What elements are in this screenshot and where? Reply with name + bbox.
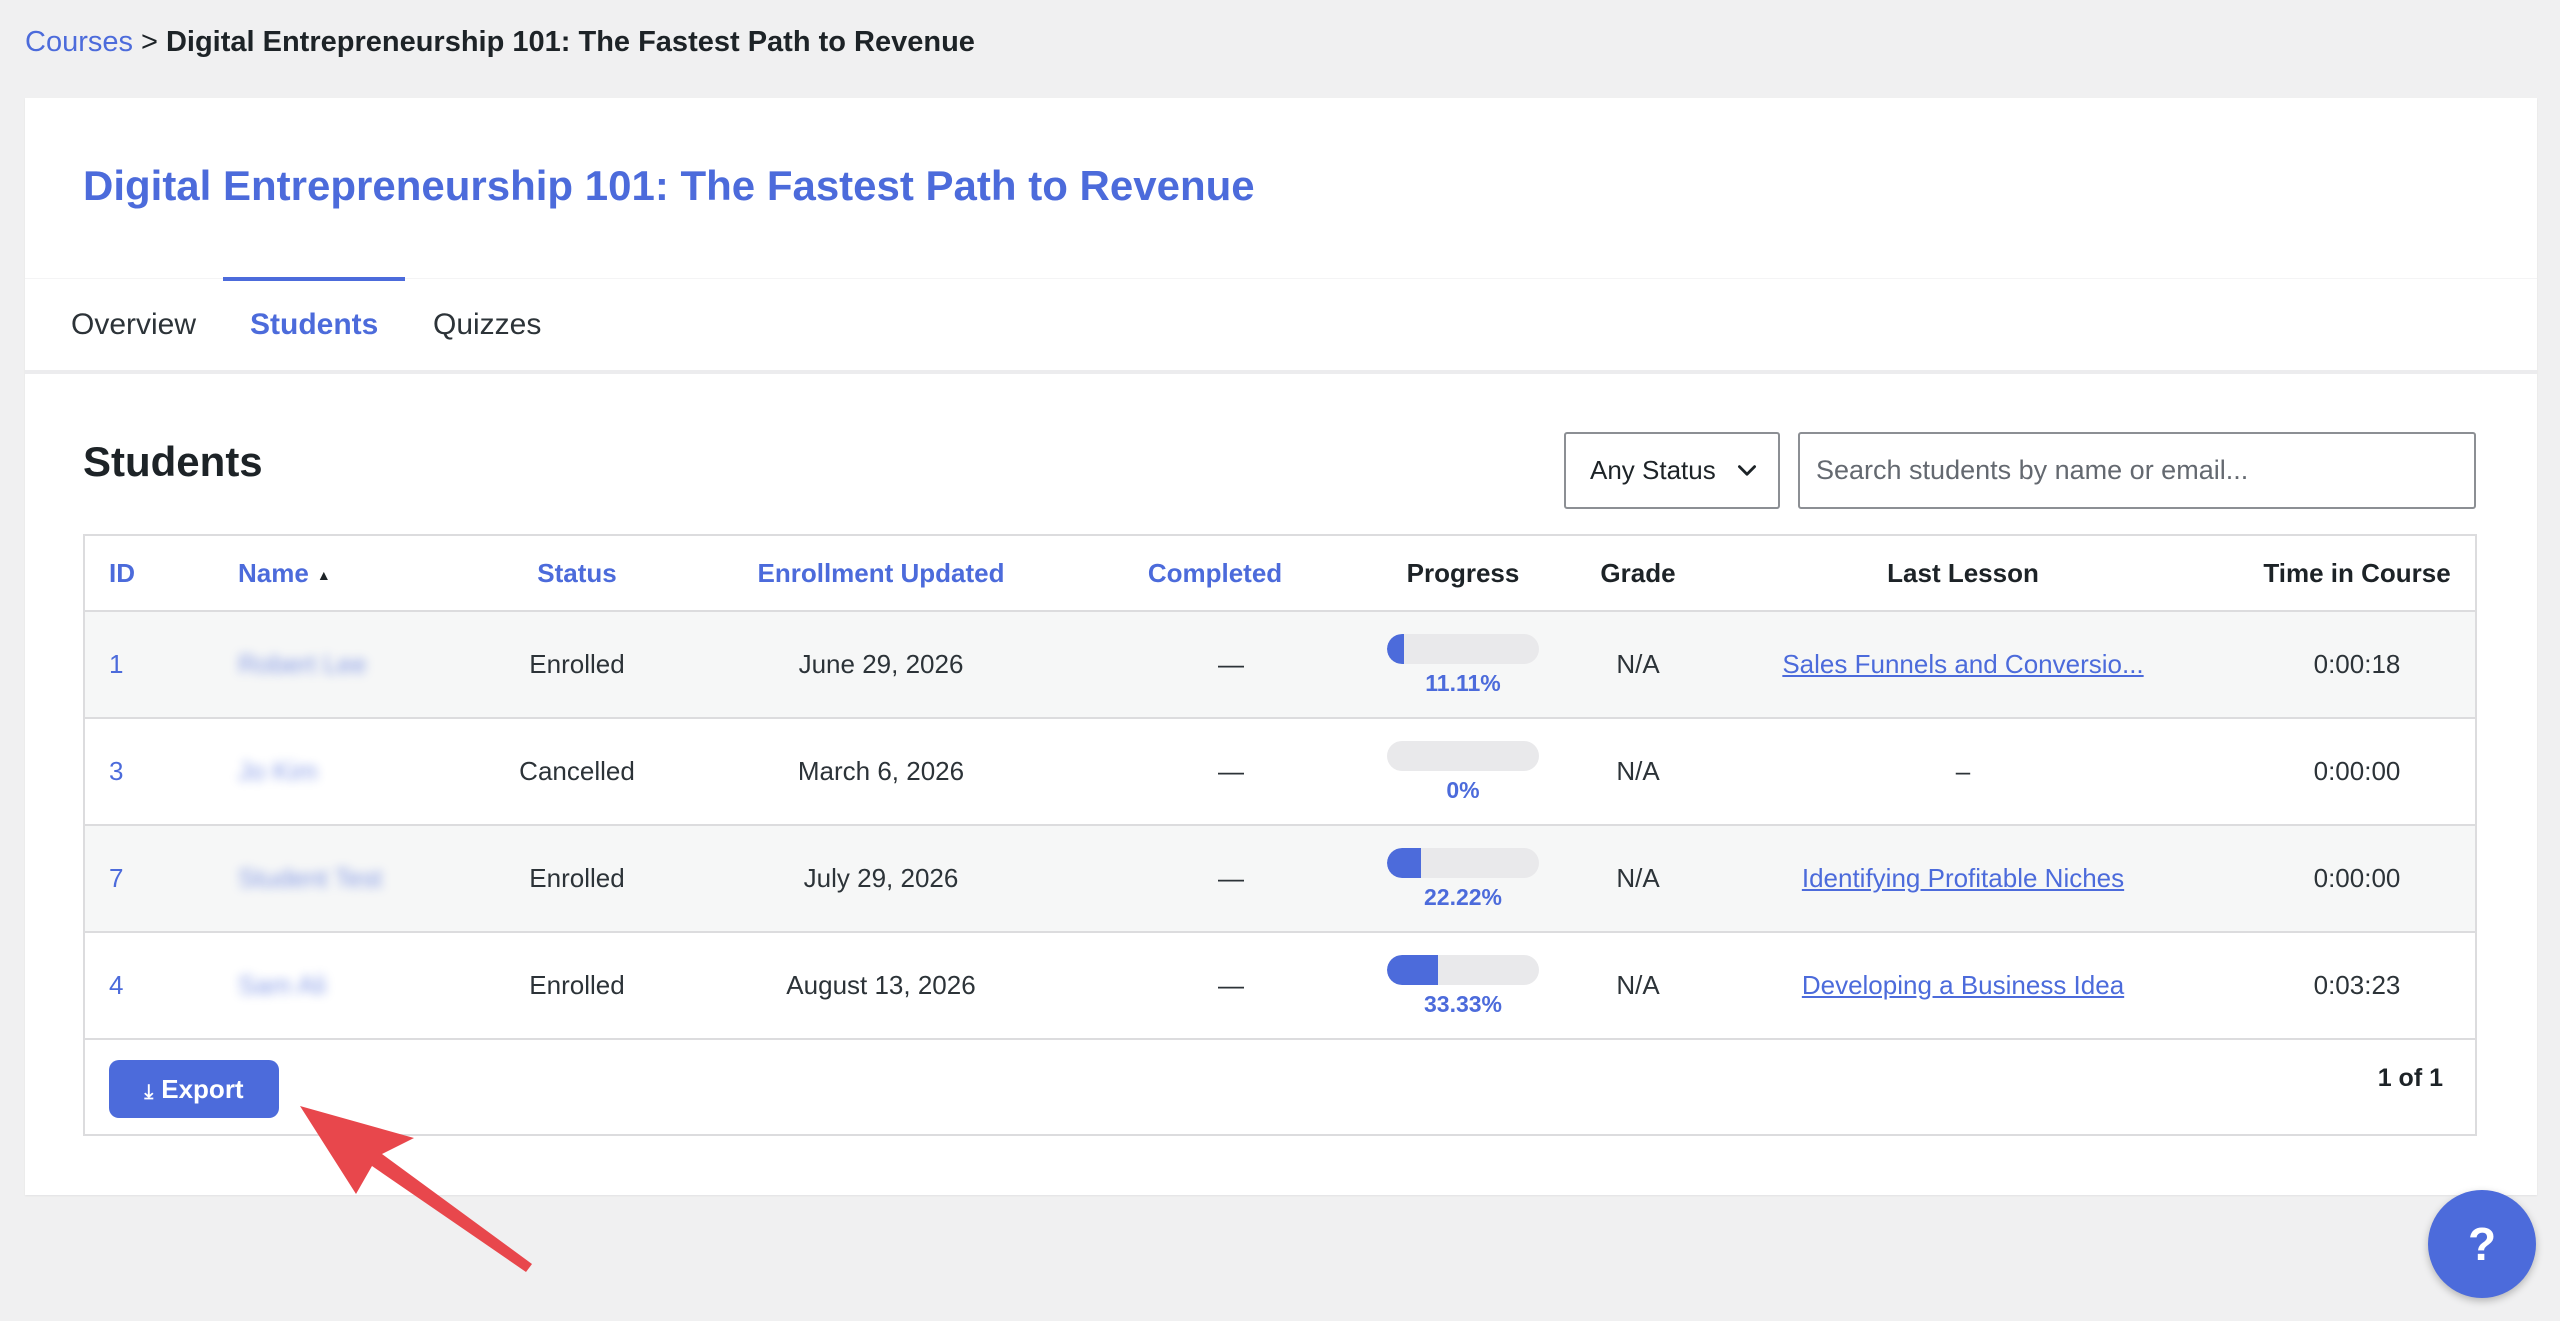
row-completed: — xyxy=(1218,649,1244,679)
column-header-name[interactable]: Name ▲ xyxy=(238,536,331,610)
column-header-id[interactable]: ID xyxy=(109,536,135,610)
row-completed: — xyxy=(1218,756,1244,786)
row-time-in-course: 0:00:18 xyxy=(2313,649,2401,679)
progress-percent: 0% xyxy=(1446,777,1480,803)
status-filter-select[interactable]: Any Status xyxy=(1564,432,1780,509)
column-header-progress: Progress xyxy=(1406,558,1520,588)
row-student-name[interactable]: Sam Ali xyxy=(238,933,326,1038)
progress-track xyxy=(1387,848,1539,878)
row-student-name[interactable]: Jo Kim xyxy=(238,719,317,824)
breadcrumb-courses-link[interactable]: Courses xyxy=(25,26,133,58)
column-header-completed[interactable]: Completed xyxy=(1148,536,1282,610)
search-students-input[interactable] xyxy=(1798,432,2476,509)
course-card: Digital Entrepreneurship 101: The Fastes… xyxy=(25,98,2537,1195)
row-enrollment-updated: March 6, 2026 xyxy=(797,756,965,786)
row-enrollment-updated: June 29, 2026 xyxy=(798,649,964,679)
help-button[interactable]: ? xyxy=(2428,1190,2536,1298)
column-header-status[interactable]: Status xyxy=(537,536,616,610)
column-header-time-in-course: Time in Course xyxy=(2263,558,2451,588)
export-label: Export xyxy=(161,1074,244,1104)
chevron-down-icon xyxy=(1738,465,1756,476)
row-last-lesson: Developing a Business Idea xyxy=(1802,933,2124,1038)
arrow-annotation xyxy=(300,1106,532,1272)
pagination-info: 1 of 1 xyxy=(2377,1064,2443,1092)
progress-percent: 11.11% xyxy=(1425,670,1501,696)
breadcrumb: Courses > Digital Entrepreneurship 101: Th… xyxy=(25,22,975,62)
row-time-in-course: 0:00:00 xyxy=(2313,756,2401,786)
download-icon: ⤓ xyxy=(144,1081,154,1103)
page-title: Digital Entrepreneurship 101: The Fastes… xyxy=(83,162,1255,209)
progress-fill xyxy=(1387,955,1438,985)
column-header-name-label: Name xyxy=(238,558,309,588)
progress-bar: 22.22% xyxy=(1387,848,1539,910)
row-status: Enrolled xyxy=(529,970,625,1000)
progress-track xyxy=(1387,955,1539,985)
students-table: ID Name ▲ Status Enrollment Updated Compl… xyxy=(83,534,2477,1136)
row-last-lesson: Sales Funnels and Conversio... xyxy=(1782,612,2143,717)
column-header-grade: Grade xyxy=(1600,558,1676,588)
row-status: Enrolled xyxy=(529,863,625,893)
export-button[interactable]: ⤓ Export xyxy=(109,1060,279,1118)
tab-overview[interactable]: Overview xyxy=(71,279,196,371)
progress-track xyxy=(1387,634,1539,664)
progress-bar: 0% xyxy=(1387,741,1539,803)
progress-fill xyxy=(1387,634,1404,664)
last-lesson-link[interactable]: Sales Funnels and Conversio... xyxy=(1782,649,2143,679)
table-row: 3 Jo Kim Cancelled March 6, 2026 — 0% N/… xyxy=(85,717,2475,824)
table-row: 1 Robert Lee Enrolled June 29, 2026 — 11… xyxy=(85,610,2475,717)
row-last-lesson: Identifying Profitable Niches xyxy=(1802,826,2124,931)
progress-track xyxy=(1387,741,1539,771)
column-header-last-lesson: Last Lesson xyxy=(1887,558,2039,588)
sort-asc-icon: ▲ xyxy=(316,567,331,584)
tab-students[interactable]: Students xyxy=(222,277,406,371)
row-grade: N/A xyxy=(1616,649,1660,679)
students-heading: Students xyxy=(83,438,263,485)
row-id[interactable]: 7 xyxy=(109,826,123,931)
tab-quizzes[interactable]: Quizzes xyxy=(433,279,541,371)
table-row: 7 Student Test Enrolled July 29, 2026 — … xyxy=(85,824,2475,931)
table-header: ID Name ▲ Status Enrollment Updated Compl… xyxy=(85,536,2475,610)
progress-bar: 11.11% xyxy=(1387,634,1539,696)
row-id[interactable]: 4 xyxy=(109,933,123,1038)
row-grade: N/A xyxy=(1616,756,1660,786)
row-enrollment-updated: July 29, 2026 xyxy=(803,863,959,893)
row-status: Enrolled xyxy=(529,649,625,679)
row-completed: — xyxy=(1218,863,1244,893)
progress-percent: 33.33% xyxy=(1423,991,1502,1017)
row-time-in-course: 0:03:23 xyxy=(2313,970,2401,1000)
row-completed: — xyxy=(1218,970,1244,1000)
row-student-name[interactable]: Student Test xyxy=(238,826,382,931)
last-lesson-link[interactable]: Identifying Profitable Niches xyxy=(1802,863,2124,893)
progress-percent: 22.22% xyxy=(1423,884,1502,910)
progress-bar: 33.33% xyxy=(1387,955,1539,1017)
status-filter-value: Any Status xyxy=(1590,455,1716,485)
table-row: 4 Sam Ali Enrolled August 13, 2026 — 33.… xyxy=(85,931,2475,1038)
row-last-lesson: – xyxy=(1955,756,1971,786)
progress-fill xyxy=(1387,848,1421,878)
last-lesson-link[interactable]: Developing a Business Idea xyxy=(1802,970,2124,1000)
tab-bar: Overview Students Quizzes xyxy=(25,277,2537,374)
row-student-name[interactable]: Robert Lee xyxy=(238,612,367,717)
row-id[interactable]: 1 xyxy=(109,612,123,717)
row-enrollment-updated: August 13, 2026 xyxy=(786,970,976,1000)
breadcrumb-current: Digital Entrepreneurship 101: The Fastes… xyxy=(165,26,975,58)
row-status: Cancelled xyxy=(519,756,635,786)
row-time-in-course: 0:00:00 xyxy=(2313,863,2401,893)
breadcrumb-separator: > xyxy=(141,26,158,58)
row-grade: N/A xyxy=(1616,970,1660,1000)
row-id[interactable]: 3 xyxy=(109,719,123,824)
row-grade: N/A xyxy=(1616,863,1660,893)
column-header-enrollment-updated[interactable]: Enrollment Updated xyxy=(757,536,1004,610)
